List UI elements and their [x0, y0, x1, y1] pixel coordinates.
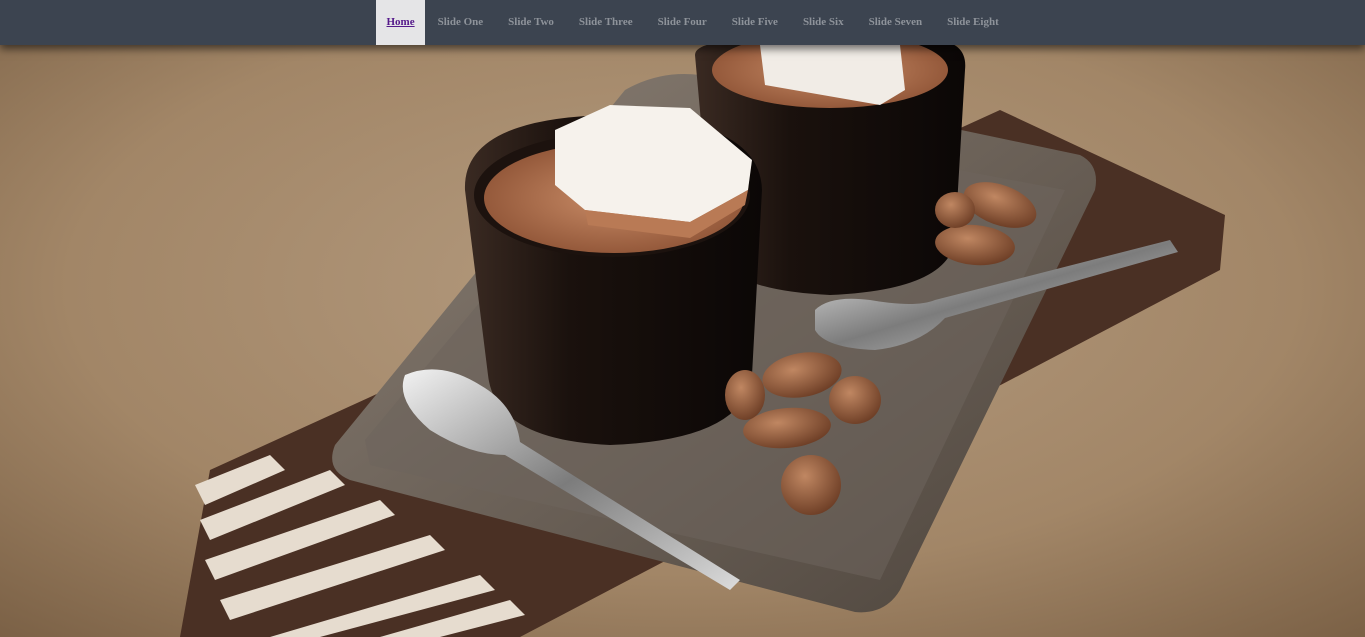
nav-menu: Home Slide One Slide Two Slide Three Slide F…	[376, 0, 1011, 45]
nav-item-home[interactable]: Home	[376, 0, 426, 45]
slide-image	[0, 0, 1365, 637]
nav-item-slide-two[interactable]: Slide Two	[496, 0, 567, 45]
nav-item-slide-three[interactable]: Slide Three	[566, 0, 645, 45]
nav-item-slide-seven[interactable]: Slide Seven	[856, 0, 934, 45]
nav-item-slide-eight[interactable]: Slide Eight	[935, 0, 1012, 45]
nav-item-slide-four[interactable]: Slide Four	[645, 0, 719, 45]
nav-item-slide-five[interactable]: Slide Five	[719, 0, 790, 45]
nav-item-slide-six[interactable]: Slide Six	[790, 0, 856, 45]
top-navigation-bar: Home Slide One Slide Two Slide Three Slide F…	[0, 0, 1365, 45]
nav-item-slide-one[interactable]: Slide One	[425, 0, 496, 45]
